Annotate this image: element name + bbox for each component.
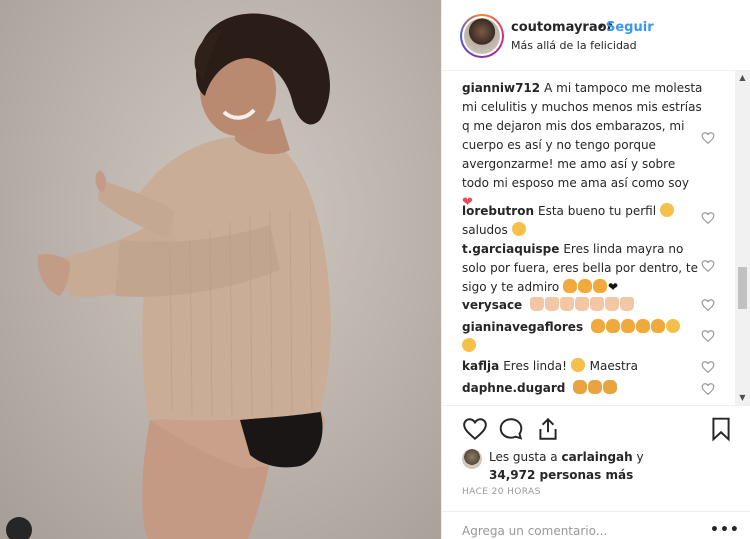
comment-text: sigo y te admiro: [462, 280, 560, 294]
thumbs-up-emoji-icon: [575, 297, 590, 311]
comment-item: lorebutron Esta bueno tu perfil saludos: [462, 202, 712, 240]
thumbs-up-emoji-icon: [545, 297, 560, 311]
comment-username[interactable]: daphne.dugard: [462, 381, 565, 395]
comment-username[interactable]: gianinavegaflores: [462, 320, 583, 334]
comment-text: avergonzarme! me amo así y sobre: [462, 157, 676, 171]
comment-text: saludos: [462, 223, 508, 237]
separator-dot: •: [597, 20, 605, 35]
liker-avatar[interactable]: [462, 449, 482, 469]
comment-item: daphne.dugard: [462, 379, 712, 398]
clap-emoji-icon: [578, 279, 593, 293]
comment-text: Eres linda!: [503, 359, 567, 373]
follow-button[interactable]: Seguir: [606, 20, 654, 35]
scream-emoji-icon: [573, 380, 588, 394]
comment-username[interactable]: verysace: [462, 298, 522, 312]
avatar[interactable]: [460, 14, 504, 58]
comments-list: gianniw712 A mi tampoco me molesta mi cel…: [442, 71, 750, 405]
comment-bubble-icon[interactable]: [498, 416, 524, 442]
post-timestamp[interactable]: HACE 20 HORAS: [462, 487, 541, 497]
comment-like-icon[interactable]: [701, 298, 715, 312]
comment-like-icon[interactable]: [701, 259, 715, 273]
thumbs-up-emoji-icon: [530, 297, 545, 311]
post-photo[interactable]: [0, 0, 441, 539]
scroll-down-arrow-icon[interactable]: ▼: [735, 391, 750, 405]
comment-username[interactable]: kaflja: [462, 359, 499, 373]
more-options-button[interactable]: •••: [710, 522, 740, 538]
scream-emoji-icon: [588, 380, 603, 394]
smile-emoji-icon: [659, 203, 674, 217]
truncated-comment-text: [462, 71, 592, 75]
post-header: coutomayraof • Seguir Más allá de la fel…: [442, 0, 750, 71]
comment-input[interactable]: [462, 524, 682, 538]
comment-username[interactable]: lorebutron: [462, 204, 534, 218]
black-heart-emoji-icon: ❤: [608, 280, 619, 294]
comment-item: verysace: [462, 296, 712, 315]
share-icon[interactable]: [535, 416, 561, 442]
comment-text: A mi tampoco me molesta: [544, 81, 703, 95]
comment-username[interactable]: t.garciaquispe: [462, 242, 559, 256]
comment-text: mi celulitis y muchos menos mis estrías: [462, 100, 702, 114]
post-location[interactable]: Más allá de la felicidad: [511, 39, 637, 52]
comment-text: solo por fuera, eres bella por dentro, t…: [462, 261, 699, 275]
add-comment-bar: •••: [442, 511, 750, 539]
comment-text: Eres linda mayra no: [563, 242, 684, 256]
clap-emoji-icon: [590, 319, 605, 333]
post-actions: [442, 405, 750, 452]
bookmark-icon[interactable]: [708, 416, 734, 442]
comment-text: todo mi esposo me ama así como soy: [462, 176, 689, 190]
comment-item: gianniw712 A mi tampoco me molesta mi cel…: [462, 79, 712, 212]
avatar-image: [464, 18, 500, 54]
likes-summary: Les gusta a carlaingah y 34,972 personas…: [462, 449, 732, 483]
thumbs-up-emoji-icon: [605, 297, 620, 311]
clap-emoji-icon: [620, 319, 635, 333]
clap-emoji-icon: [650, 319, 665, 333]
clap-emoji-icon: [605, 319, 620, 333]
comment-username[interactable]: gianniw712: [462, 81, 540, 95]
kiss-emoji-icon: [462, 338, 476, 352]
comment-item: t.garciaquispe Eres linda mayra no solo p…: [462, 240, 712, 297]
comment-text: Maestra: [589, 359, 638, 373]
likes-conjunction: y: [636, 450, 644, 464]
scroll-up-arrow-icon[interactable]: ▲: [735, 71, 750, 85]
comments-scrollbar[interactable]: ▲ ▼: [735, 71, 750, 405]
grin-emoji-icon: [511, 222, 526, 236]
clap-emoji-icon: [563, 279, 578, 293]
likes-prefix: Les gusta a: [489, 450, 558, 464]
comment-like-icon[interactable]: [701, 360, 715, 374]
comment-text: Esta bueno tu perfil: [538, 204, 657, 218]
scrollbar-thumb[interactable]: [738, 267, 747, 309]
liker-username[interactable]: carlaingah: [561, 450, 632, 464]
comment-item: gianinavegaflores: [462, 318, 712, 356]
heart-eyes-emoji-icon: [570, 358, 585, 372]
comment-like-icon[interactable]: [701, 382, 715, 396]
likes-text: Les gusta a carlaingah y 34,972 personas…: [489, 448, 644, 484]
kiss-emoji-icon: [665, 319, 680, 333]
thumbs-up-emoji-icon: [590, 297, 605, 311]
clap-emoji-icon: [593, 279, 608, 293]
user-tag-icon[interactable]: [6, 517, 32, 539]
scream-emoji-icon: [603, 380, 618, 394]
post-image: [37, 13, 331, 539]
clap-emoji-icon: [635, 319, 650, 333]
thumbs-up-emoji-icon: [560, 297, 575, 311]
heart-outline-icon[interactable]: [462, 416, 488, 442]
thumbs-up-emoji-icon: [620, 297, 635, 311]
post-side-panel: coutomayraof • Seguir Más allá de la fel…: [441, 0, 750, 539]
comment-text: cuerpo es así y no tengo porque: [462, 138, 656, 152]
comment-like-icon[interactable]: [701, 211, 715, 225]
comment-item: kaflja Eres linda! Maestra: [462, 357, 712, 376]
comment-like-icon[interactable]: [701, 329, 715, 343]
comment-like-icon[interactable]: [701, 131, 715, 145]
comment-text: q me dejaron mis dos embarazos, mi: [462, 119, 685, 133]
likes-count[interactable]: 34,972 personas más: [489, 468, 633, 482]
